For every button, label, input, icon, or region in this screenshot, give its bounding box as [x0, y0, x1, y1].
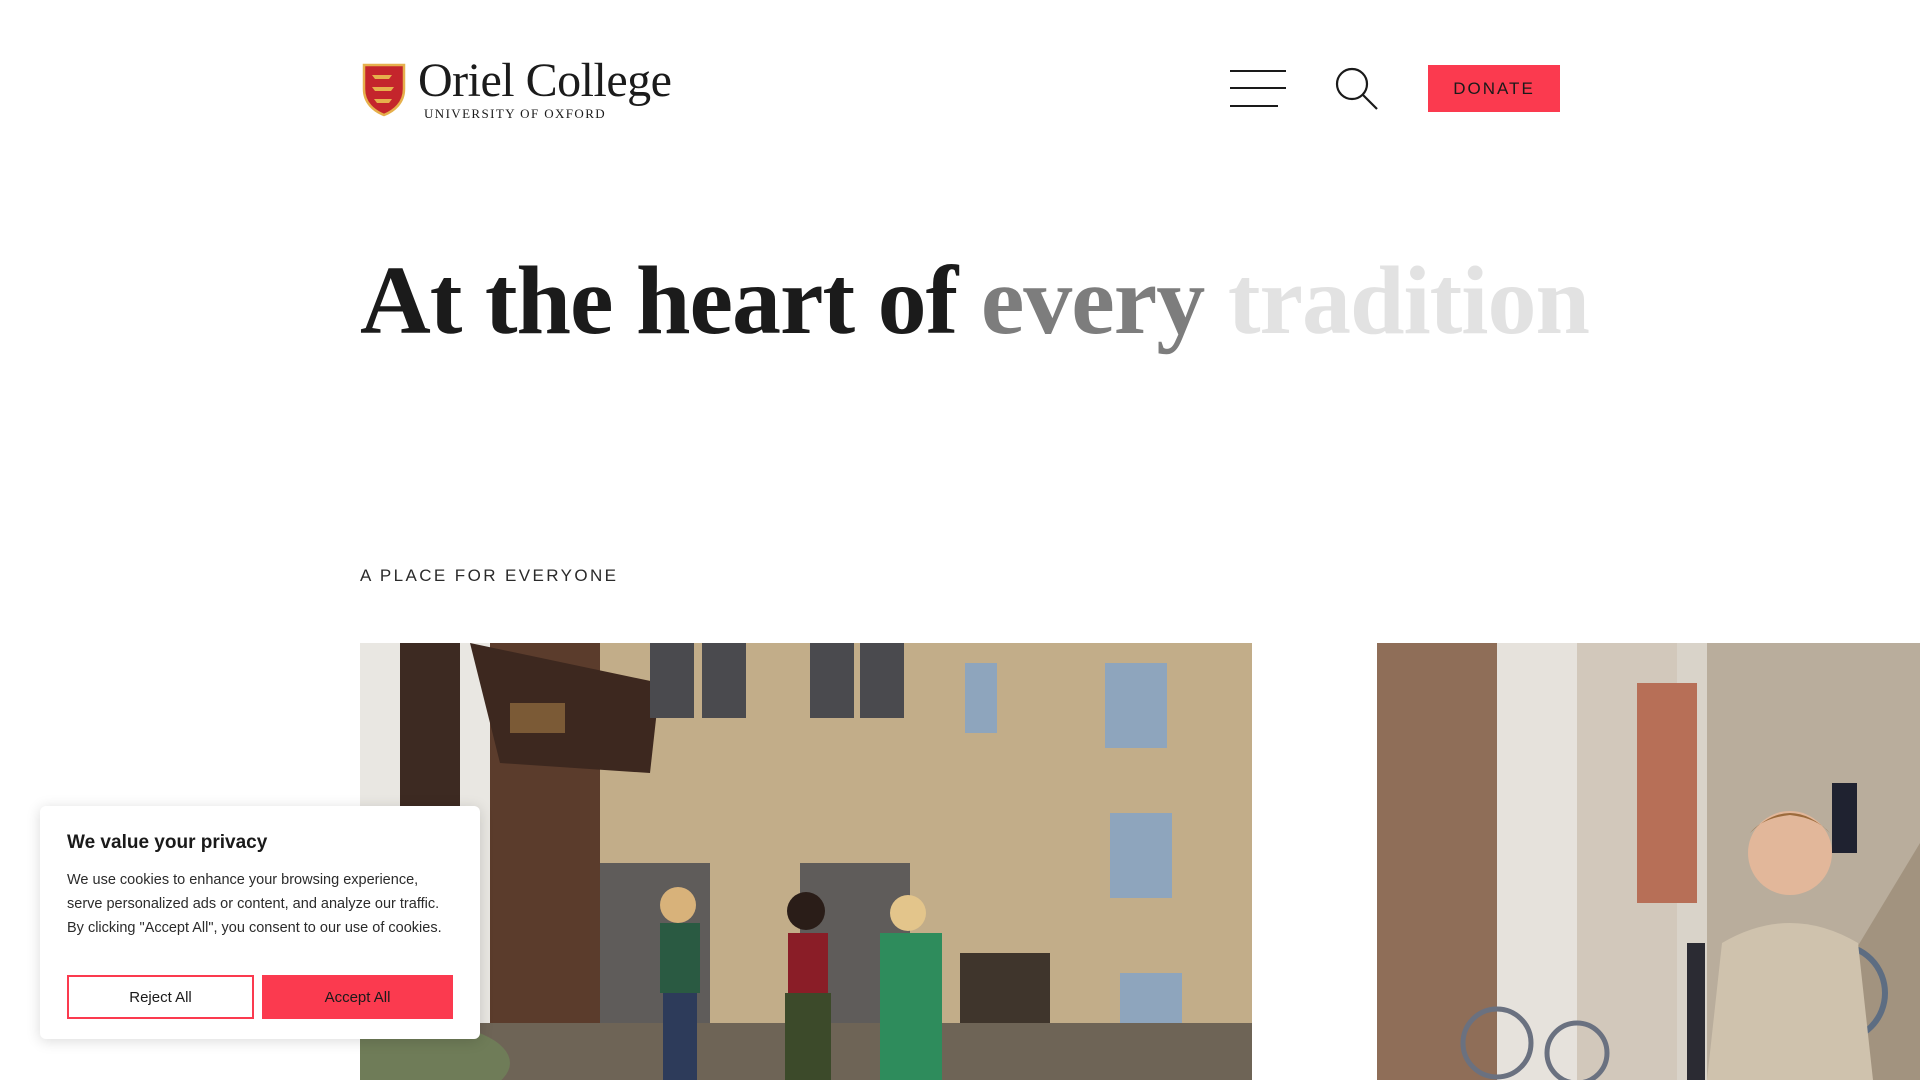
page: Oriel College UNIVERSITY OF OXFORD DONAT…	[0, 0, 1920, 1080]
student-on-steps-photo	[1377, 643, 1920, 1080]
section-eyebrow: A PLACE FOR EVERYONE	[360, 566, 619, 585]
menu-line	[1230, 105, 1278, 107]
search-icon[interactable]	[1334, 66, 1380, 112]
logo-name: Oriel College	[418, 53, 672, 107]
reject-all-button[interactable]: Reject All	[67, 975, 254, 1019]
oriel-college-logo[interactable]: Oriel College UNIVERSITY OF OXFORD	[360, 53, 672, 121]
donate-button[interactable]: DONATE	[1428, 65, 1560, 112]
menu-line	[1230, 70, 1286, 72]
logo-text: Oriel College UNIVERSITY OF OXFORD	[418, 53, 672, 121]
hero-word-3: tradition	[1227, 247, 1590, 355]
logo-subtitle: UNIVERSITY OF OXFORD	[424, 105, 607, 121]
cookie-description: We use cookies to enhance your browsing …	[67, 872, 442, 936]
cookie-title: We value your privacy	[67, 832, 268, 853]
students-courtyard-photo	[360, 643, 1252, 1080]
hero-word-2: every	[980, 247, 1205, 355]
menu-line	[1230, 87, 1286, 89]
hero-heading: At the heart of every tradition	[360, 247, 1590, 356]
accept-all-button[interactable]: Accept All	[262, 975, 453, 1019]
hero-word-1: At the heart of	[360, 247, 958, 355]
cookie-actions: Reject All Accept All	[67, 975, 453, 1019]
college-crest-icon	[362, 63, 406, 117]
hamburger-menu-icon[interactable]	[1230, 68, 1286, 110]
cookie-consent-banner: We value your privacy We use cookies to …	[40, 806, 480, 1039]
